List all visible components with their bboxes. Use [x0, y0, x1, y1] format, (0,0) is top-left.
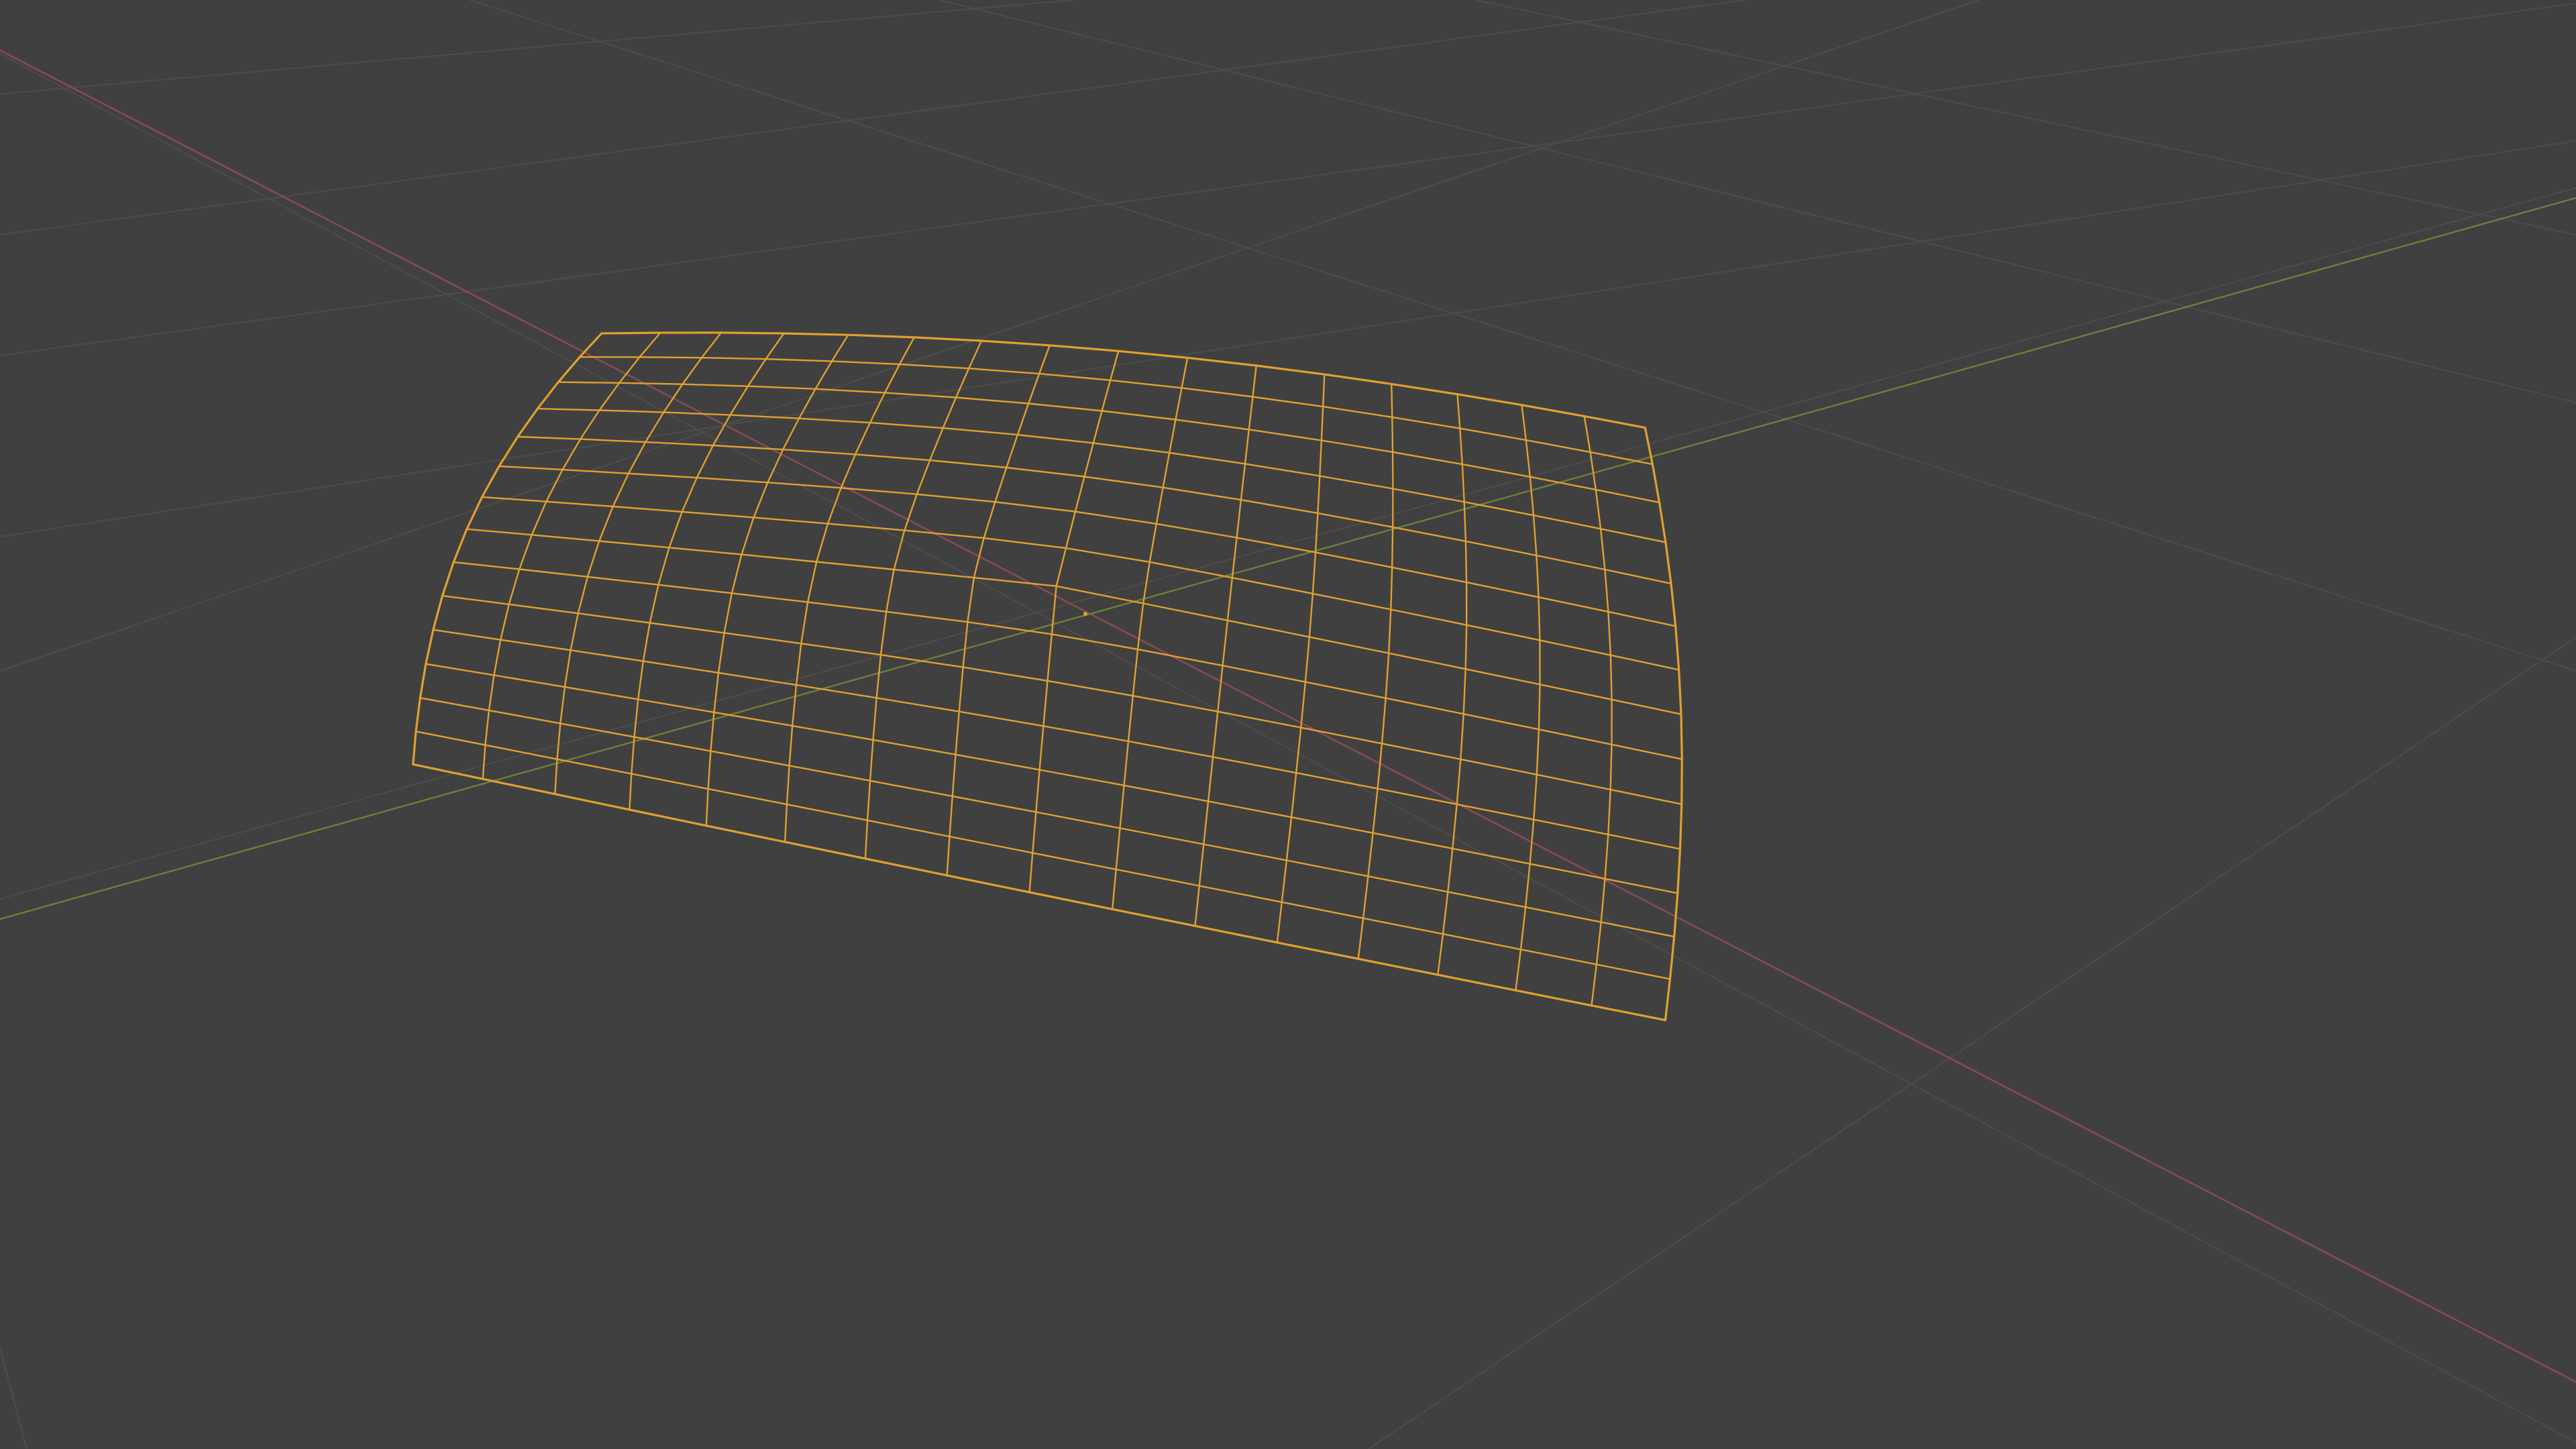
world-axes	[0, 49, 2576, 1383]
grid-line	[0, 0, 1074, 95]
mesh-edge-loop	[1357, 384, 1394, 959]
grid-line	[1475, 0, 2576, 235]
mesh-edge-loop	[415, 731, 1670, 980]
grid-line	[0, 0, 1980, 672]
mesh-edge-loop	[580, 356, 1653, 466]
mesh-edge-loop	[705, 334, 849, 826]
grid-line	[0, 3, 2576, 356]
grid-line	[469, 0, 2576, 672]
mesh-edge-loop	[864, 340, 983, 859]
y-axis-line	[0, 197, 2576, 920]
mesh-edge-loop	[482, 332, 661, 780]
grid-line	[0, 140, 2576, 537]
mesh-edge-loop	[946, 345, 1051, 875]
mesh-edge-loop	[425, 663, 1678, 894]
mesh-edge-loop	[1437, 394, 1468, 975]
3d-viewport[interactable]	[0, 0, 2576, 1449]
mesh-edge-loop	[1515, 405, 1541, 991]
mesh-edge-loop	[517, 435, 1672, 585]
grid-line	[0, 0, 1745, 235]
mesh-edge-loop	[1276, 374, 1326, 943]
selected-mesh-wireframe[interactable]	[411, 331, 1683, 1022]
grid-line	[1368, 637, 2576, 1449]
mesh-edge-loop	[420, 697, 1674, 938]
grid-line	[0, 53, 2576, 1443]
grid-line	[0, 1348, 28, 1449]
mesh-edge-loop	[498, 465, 1676, 627]
object-origin-dot	[1083, 612, 1087, 616]
grid-line	[0, 187, 2576, 900]
mesh-edge-loop	[482, 496, 1679, 671]
mesh-edge-loop	[466, 528, 1682, 715]
x-axis-line	[0, 49, 2576, 1383]
mesh-edge-loop	[1194, 365, 1257, 926]
mesh-edge-loop	[412, 333, 602, 765]
mesh-edge-loop	[1112, 358, 1189, 910]
viewport-canvas[interactable]	[0, 0, 2576, 1449]
mesh-edge-loop	[1583, 416, 1613, 1006]
